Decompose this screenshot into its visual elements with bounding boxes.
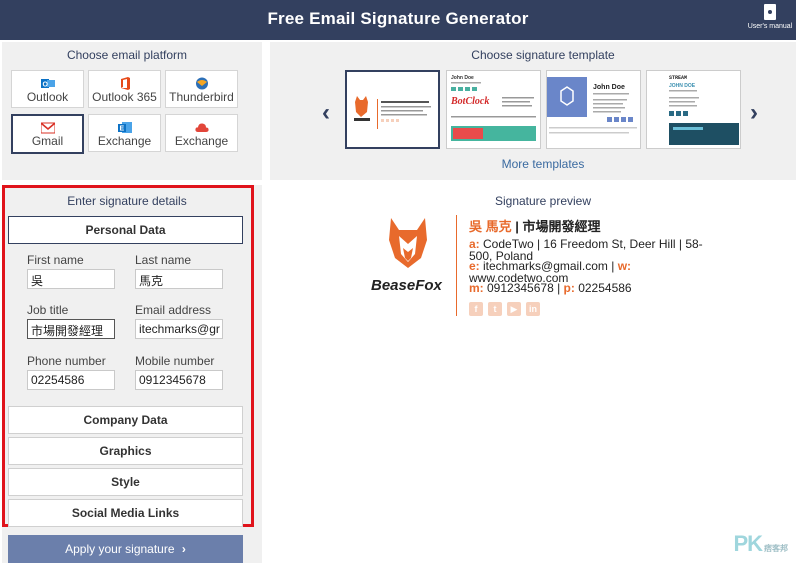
mobile-number-input[interactable]: 0912345678 [135,370,223,390]
template-thumb-2-preview: John Doe BotClock [450,75,536,141]
apply-signature-button[interactable]: Apply your signature › [8,535,243,563]
phone-key: p: [563,281,575,295]
platform-gmail-button[interactable]: Gmail [11,114,84,154]
more-templates-link[interactable]: More templates [270,157,796,171]
platform-exchange-online-button[interactable]: Exchange [165,114,238,152]
watermark-logo: PK 痞客邦 [733,531,788,557]
thunderbird-icon [195,77,208,90]
signature-mobile: 0912345678 [483,281,554,295]
template-thumb-3[interactable]: John Doe [546,70,641,149]
facebook-icon[interactable]: f [469,302,483,316]
template-4-brand: STREAM [669,75,687,81]
twitter-icon[interactable]: t [488,302,502,316]
web-key: w: [617,259,632,273]
company-data-tab[interactable]: Company Data [8,406,243,434]
signature-phone-separator: | [553,281,564,295]
signature-name-separator: | [511,219,523,234]
first-name-label: First name [27,253,84,267]
template-next-arrow[interactable]: › [750,99,758,127]
platform-outlook-label: Outlook [26,90,69,104]
template-thumb-1[interactable] [345,70,440,149]
users-manual-link[interactable]: User's manual [746,4,794,30]
platform-thunderbird-label: Thunderbird [169,90,234,104]
watermark-subtext: 痞客邦 [764,544,788,553]
svg-text:E: E [119,126,124,133]
svg-text:O: O [42,82,48,89]
platform-thunderbird-button[interactable]: Thunderbird [165,70,238,108]
template-prev-arrow[interactable]: ‹ [322,99,330,127]
job-title-input[interactable]: 市場開發經理 [27,319,115,339]
social-media-links-tab[interactable]: Social Media Links [8,499,243,527]
platform-outlook365-button[interactable]: Outlook 365 [88,70,161,108]
platform-outlook365-label: Outlook 365 [92,90,157,104]
app-header: Free Email Signature Generator User's ma… [0,0,796,40]
job-title-label: Job title [27,303,69,317]
linkedin-icon[interactable]: in [526,302,540,316]
style-tab[interactable]: Style [8,468,243,496]
youtube-icon[interactable]: ▶ [507,302,521,316]
office365-icon [120,77,130,90]
phone-number-label: Phone number [27,354,106,368]
template-thumb-4-preview: STREAM JOHN DOE [669,75,739,145]
outlook-icon: O [40,79,55,89]
users-manual-label: User's manual [747,23,793,30]
template-thumb-1-preview [354,96,431,129]
signature-name-line: 吳 馬克 | 市場開發經理 [469,216,601,235]
signature-web-separator: | [607,259,618,273]
logo-wordmark: BeaseFox [371,277,442,294]
template-3-name: John Doe [593,84,625,91]
chevron-right-icon: › [181,542,186,556]
signature-job-title: 市場開發經理 [522,219,601,234]
page-title: Free Email Signature Generator [267,9,529,28]
platform-outlook-button[interactable]: O Outlook [11,70,84,108]
platform-exchange-label: Exchange [97,134,152,148]
template-section-title: Choose signature template [471,48,615,62]
platform-exchange-online-label: Exchange [174,134,229,148]
apply-signature-label: Apply your signature [65,542,175,556]
exchange-cloud-icon [194,123,209,132]
template-thumb-2[interactable]: John Doe BotClock [446,70,541,149]
email-address-input[interactable]: itechmarks@gr [135,319,223,339]
watermark-text: PK [733,531,763,556]
template-thumb-4[interactable]: STREAM JOHN DOE [646,70,741,149]
signature-divider [456,215,457,316]
last-name-label: Last name [135,253,192,267]
template-2-logo: BotClock [450,96,489,107]
signature-phone: 02254586 [574,281,632,295]
platform-panel [2,42,262,180]
preview-section-title: Signature preview [494,194,592,208]
first-name-input[interactable]: 吳 [27,269,115,289]
last-name-input[interactable]: 馬克 [135,269,223,289]
email-address-label: Email address [135,303,212,317]
template-2-name: John Doe [451,75,474,81]
template-4-person: JOHN DOE [669,83,696,89]
platform-section-title: Choose email platform [66,48,188,62]
personal-data-tab[interactable]: Personal Data [8,216,243,244]
signature-phone-line: m: 0912345678 | p: 02254586 [469,282,632,294]
platform-exchange-button[interactable]: E Exchange [88,114,161,152]
graphics-tab[interactable]: Graphics [8,437,243,465]
manual-book-icon [764,4,776,20]
platform-gmail-label: Gmail [31,134,64,148]
signature-full-name: 吳 馬克 [469,219,512,234]
phone-number-input[interactable]: 02254586 [27,370,115,390]
template-thumb-3-preview: John Doe [547,77,637,134]
gmail-icon [40,122,55,134]
mobile-key: m: [469,281,484,295]
exchange-icon: E [117,122,132,133]
mobile-number-label: Mobile number [135,354,215,368]
details-section-title: Enter signature details [67,194,187,208]
fox-logo-icon [389,218,427,268]
